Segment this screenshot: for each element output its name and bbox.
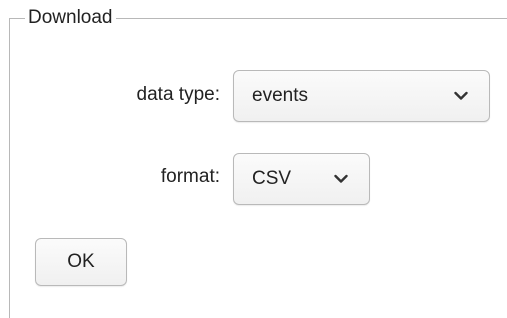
chevron-down-icon bbox=[334, 174, 348, 183]
format-value: CSV bbox=[252, 168, 292, 189]
format-label: format: bbox=[160, 166, 220, 187]
data-type-label: data type: bbox=[136, 84, 220, 105]
format-select[interactable]: CSV bbox=[233, 153, 370, 205]
chevron-down-icon bbox=[454, 91, 468, 100]
data-type-value: events bbox=[252, 85, 308, 106]
download-legend: Download bbox=[25, 6, 116, 30]
data-type-select[interactable]: events bbox=[233, 70, 490, 122]
ok-button[interactable]: OK bbox=[35, 238, 127, 286]
